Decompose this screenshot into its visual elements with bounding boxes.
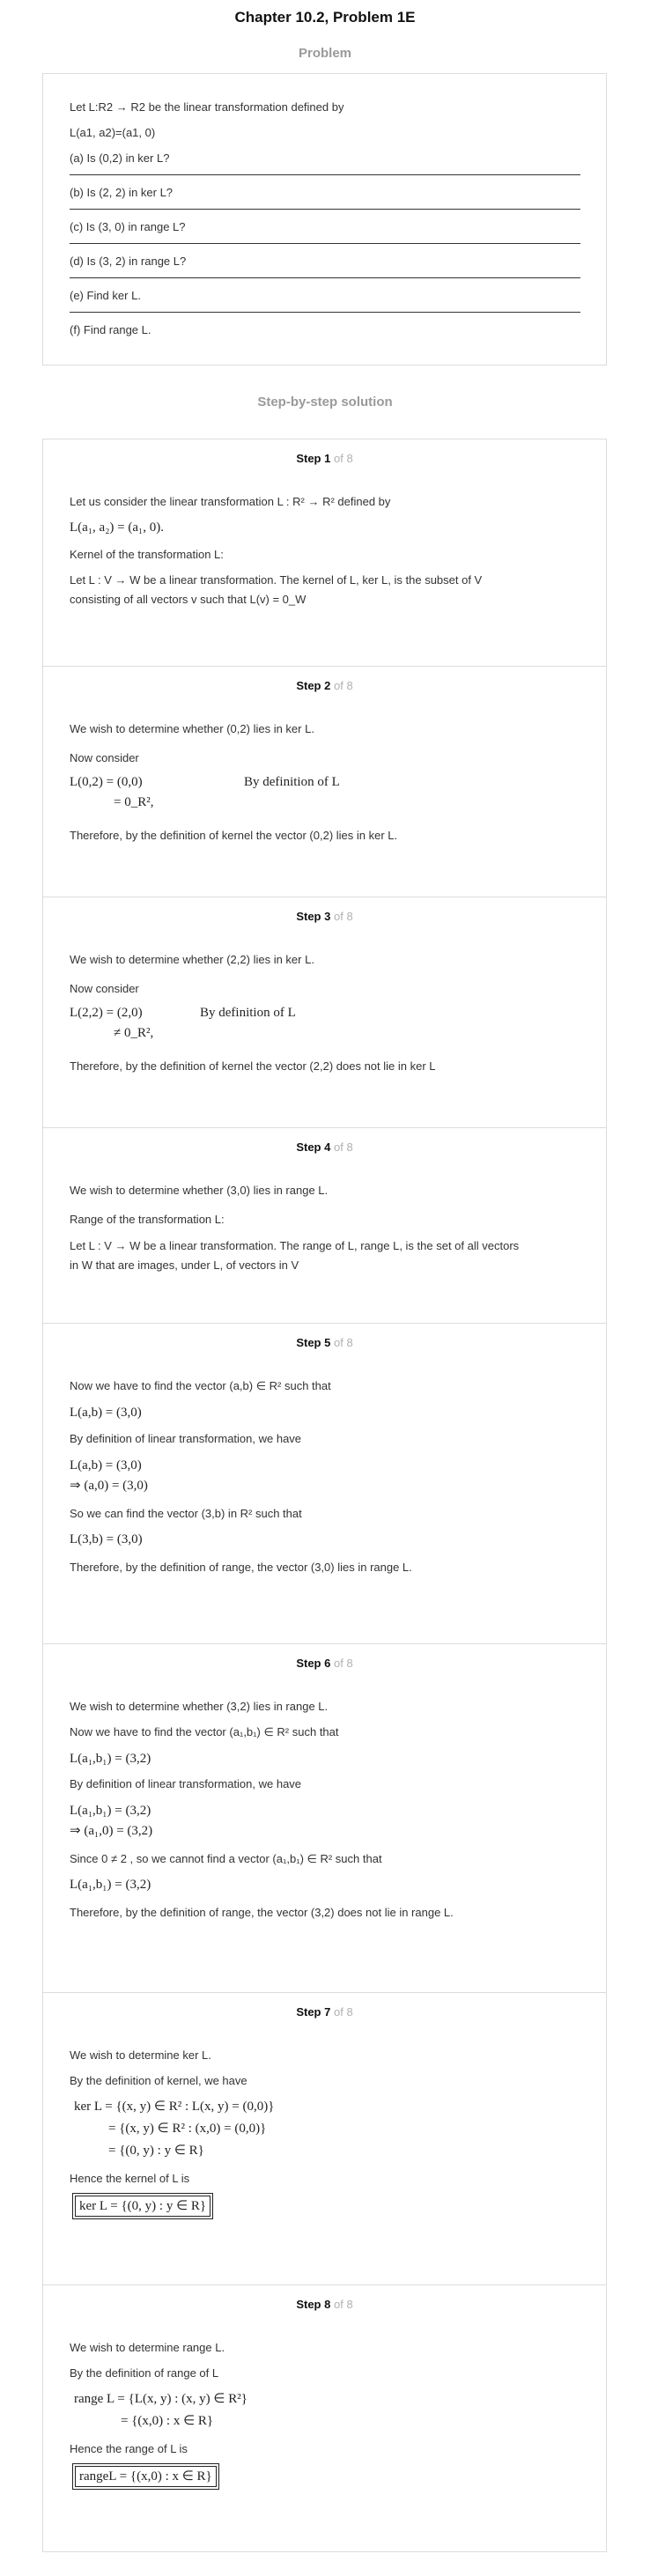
step-math-note: By definition of L [200,1006,296,1020]
problem-part-a: (a) Is (0,2) in ker L? [70,151,170,165]
step-line: Let L : V → W be a linear transformation… [70,1239,520,1252]
step-line: We wish to determine whether (3,2) lies … [70,1700,329,1713]
step-5: Step 5 of 8 Now we have to find the vect… [42,1323,607,1643]
step-math: = {(x, y) ∈ R² : (x,0) = (0,0)} [108,2122,267,2136]
step-line: By the definition of kernel, we have [70,2074,247,2087]
step-math: ⇒ (a,0) = (3,0) [70,1479,148,1493]
step-line: Since 0 ≠ 2 , so we cannot find a vector… [70,1852,382,1865]
divider [70,209,580,210]
step-line: Hence the range of L is [70,2442,188,2455]
problem-part-f: (f) Find range L. [70,323,151,336]
step-line: Let L : V → W be a linear transformation… [70,573,483,587]
step-line: Therefore, by the definition of kernel t… [70,1059,436,1073]
problem-part-e: (e) Find ker L. [70,289,141,302]
step-title: Step 3 of 8 [296,910,353,923]
divider [70,174,580,175]
step-math: range L = {L(x, y) : (x, y) ∈ R²} [74,2392,247,2406]
step-math: L(a₁,b₁) = (3,2) [70,1804,151,1818]
problem-part-c: (c) Is (3, 0) in range L? [70,220,186,233]
step-math: L(2,2) = (2,0) [70,1006,143,1020]
step-line: By definition of linear transformation, … [70,1777,302,1790]
step-line: Now we have to find the vector (a₁,b₁) ∈… [70,1725,339,1738]
problem-heading: Problem [298,46,351,61]
step-3: Step 3 of 8 We wish to determine whether… [42,897,607,1127]
divider [70,312,580,313]
step-line: By the definition of range of L [70,2366,219,2380]
step-math: L(a,b) = (3,0) [70,1458,142,1473]
step-line: Therefore, by the definition of range, t… [70,1561,412,1574]
step-title: Step 2 of 8 [296,679,353,692]
step-4: Step 4 of 8 We wish to determine whether… [42,1127,607,1323]
step-line: Range of the transformation L: [70,1213,225,1226]
divider [70,243,580,244]
kernel-answer: ker L = {(0, y) : y ∈ R} [71,2193,214,2219]
step-math: = {(x,0) : x ∈ R} [121,2414,214,2428]
divider [70,277,580,278]
step-line: Let us consider the linear transformatio… [70,495,391,508]
step-math: L(a₁,b₁) = (3,2) [70,1878,151,1892]
range-answer-box: rangeL = {(x,0) : x ∈ R} [72,2463,219,2490]
step-line: Now consider [70,751,139,764]
range-answer: rangeL = {(x,0) : x ∈ R} [72,2463,219,2490]
step-line: We wish to determine range L. [70,2341,225,2354]
step-math: L(3,b) = (3,0) [70,1532,143,1546]
step-line: Therefore, by the definition of range, t… [70,1906,454,1919]
step-math: = 0_R², [114,795,154,809]
step-title: Step 8 of 8 [296,2298,353,2311]
step-math: L(a₁,b₁) = (3,2) [70,1752,151,1766]
step-line: So we can find the vector (3,b) in R² su… [70,1507,302,1520]
step-6: Step 6 of 8 We wish to determine whether… [42,1643,607,1992]
step-title: Step 7 of 8 [296,2005,353,2019]
step-math-note: By definition of L [244,775,340,789]
step-line: Therefore, by the definition of kernel t… [70,829,398,842]
step-title: Step 1 of 8 [296,452,353,465]
problem-box: Let L:R2 → R2 be the linear transformati… [42,73,607,365]
step-title: Step 6 of 8 [296,1657,353,1670]
step-math: = {(0, y) : y ∈ R} [108,2144,204,2158]
problem-line: L(a1, a2)=(a1, 0) [70,126,156,139]
step-math: ≠ 0_R², [114,1026,154,1040]
step-line: By definition of linear transformation, … [70,1432,302,1445]
problem-line: Let L:R2 → R2 be the linear transformati… [70,100,344,114]
step-line: in W that are images, under L, of vector… [70,1258,299,1272]
step-line: We wish to determine whether (0,2) lies … [70,722,314,735]
step-line: We wish to determine ker L. [70,2048,211,2062]
step-title: Step 4 of 8 [296,1140,353,1154]
step-line: Now consider [70,982,139,995]
kernel-answer-box: ker L = {(0, y) : y ∈ R} [71,2193,214,2219]
page-title: Chapter 10.2, Problem 1E [234,9,416,26]
step-math: L(a₁, a₂) = (a₁, 0). [70,520,165,535]
step-math: ker L = {(x, y) ∈ R² : L(x, y) = (0,0)} [74,2100,275,2114]
step-math: L(0,2) = (0,0) [70,775,143,789]
problem-part-b: (b) Is (2, 2) in ker L? [70,186,174,199]
step-math: ⇒ (a₁,0) = (3,2) [70,1824,153,1838]
step-line: Kernel of the transformation L: [70,548,224,561]
step-line: Hence the kernel of L is [70,2172,190,2185]
step-line: consisting of all vectors v such that L(… [70,593,307,606]
step-1: Step 1 of 8 Let us consider the linear t… [42,439,607,666]
step-line: We wish to determine whether (2,2) lies … [70,953,314,966]
step-line: We wish to determine whether (3,0) lies … [70,1184,329,1197]
solution-heading: Step-by-step solution [257,395,393,410]
step-7: Step 7 of 8 We wish to determine ker L. … [42,1992,607,2284]
step-math: L(a,b) = (3,0) [70,1406,142,1420]
step-2: Step 2 of 8 We wish to determine whether… [42,666,607,897]
step-line: Now we have to find the vector (a,b) ∈ R… [70,1379,331,1392]
step-title: Step 5 of 8 [296,1336,353,1349]
step-8: Step 8 of 8 We wish to determine range L… [42,2284,607,2552]
problem-part-d: (d) Is (3, 2) in range L? [70,255,187,268]
